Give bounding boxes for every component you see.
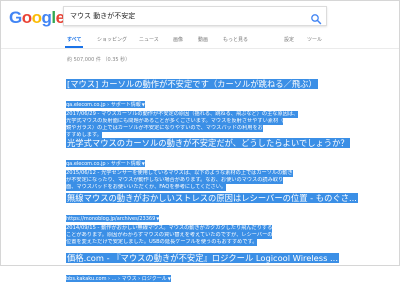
caret-down-icon[interactable]: ▼ (142, 161, 145, 166)
caret-down-icon[interactable]: ▼ (142, 102, 145, 107)
caret-down-icon[interactable]: ▼ (168, 276, 171, 281)
caret-down-icon[interactable]: ▼ (156, 216, 159, 221)
logo-letter: o (21, 8, 32, 27)
result-title-link[interactable]: 無線マウスの動きがおかしいストレスの原因はレシーバーの位置 - ものぐさ... (66, 193, 358, 204)
search-result: [マウス] カーソルの動作が不安定です（カーソルが跳ねる／飛ぶ） qa.elec… (66, 72, 326, 139)
logo-letter: G (9, 8, 22, 27)
tab-shopping[interactable]: ショッピング (97, 36, 127, 43)
result-stats: 約 507,000 件 （0.35 秒） (67, 57, 131, 63)
tab-images[interactable]: 画像 (173, 36, 183, 43)
snippet-line: 2015/06/12 - 光学センサーを使用しているマウスは、以下のような素材の… (66, 170, 293, 177)
result-url[interactable]: https://monoblog.jp/archives/23369▼ (66, 215, 160, 222)
search-result: 無線マウスの動きがおかしいストレスの原因はレシーバーの位置 - ものぐさ... … (66, 186, 358, 246)
result-url-text: bbs.kakaku.com › ... › マウス › ロジクール (66, 276, 167, 282)
result-title: 光学式マウスのカーソルの動きが不安定だが、どうしたらよいでしょうか？ (66, 138, 350, 148)
snippet-line: 光学式マウスの反射面にも問題があることが多くございます。マウスを反射させやすい素… (66, 118, 284, 125)
tab-videos[interactable]: 動画 (198, 36, 208, 43)
result-url[interactable]: qa.elecom.co.jp › サポート情報▼ (66, 160, 145, 167)
tab-all[interactable]: すべて (67, 36, 81, 43)
result-title: [マウス] カーソルの動作が不安定です（カーソルが跳ねる／飛ぶ） (66, 79, 318, 89)
result-url-text: qa.elecom.co.jp › サポート情報 (66, 102, 141, 108)
snippet-line: ことがあります。原因がわからずマウスの買い替えを考えていたのですが、レシーバーの (66, 232, 273, 239)
result-title-link[interactable]: 価格.com - 『マウスの動きが不安定』ロジクール Logicool Wire… (66, 253, 339, 264)
search-result: 光学式マウスのカーソルの動きが不安定だが、どうしたらよいでしょうか？ qa.el… (66, 131, 350, 191)
snippet-line: 2014/09/15 - 動作がおかしい無線マウス。マウスの動きがカクカクしたり… (66, 225, 273, 232)
snippet-line: 位置を変えただけで安定しました。USBの延長ケーブルを使うのもおすすめです。 (66, 239, 258, 246)
tab-more[interactable]: もっと見る (223, 36, 248, 43)
snippet-line: 2017/06/29 - マウスカーソルの動作が不安定の原因（揺れる、跳ねる、飛… (66, 111, 299, 118)
search-icon[interactable] (310, 10, 322, 25)
result-url[interactable]: bbs.kakaku.com › ... › マウス › ロジクール▼ (66, 275, 171, 282)
logo-letter: g (41, 8, 52, 27)
logo-letter: o (31, 8, 42, 27)
result-url[interactable]: qa.elecom.co.jp › サポート情報▼ (66, 101, 145, 108)
search-box (63, 6, 327, 26)
result-title-link[interactable]: 光学式マウスのカーソルの動きが不安定だが、どうしたらよいでしょうか？ (66, 138, 350, 149)
search-tabs: すべて ショッピング ニュース 画像 動画 もっと見る 設定 ツール (1, 34, 399, 49)
active-tab-indicator (65, 46, 83, 48)
result-snippet: 2014/09/15 - 動作がおかしい無線マウス。マウスの動きがカクカクしたり… (66, 225, 326, 246)
tab-news[interactable]: ニュース (139, 36, 159, 43)
result-url-text: https://monoblog.jp/archives/23369 (66, 216, 156, 222)
search-result: 価格.com - 『マウスの動きが不安定』ロジクール Logicool Wire… (66, 246, 339, 284)
google-logo[interactable]: Google (9, 8, 65, 28)
result-url-text: qa.elecom.co.jp › サポート情報 (66, 161, 141, 167)
snippet-line: が不安定になったり、マウスが動作しない場合があります。なお、お使いのマウスの読み… (66, 177, 284, 184)
result-title: 無線マウスの動きがおかしいストレスの原因はレシーバーの位置 - ものぐさ... (66, 193, 358, 203)
result-title-link[interactable]: [マウス] カーソルの動作が不安定です（カーソルが跳ねる／飛ぶ） (66, 79, 318, 90)
tab-settings[interactable]: 設定 (284, 36, 294, 43)
result-title: 価格.com - 『マウスの動きが不安定』ロジクール Logicool Wire… (66, 253, 339, 263)
search-input[interactable] (70, 9, 300, 23)
tab-tools[interactable]: ツール (307, 36, 322, 43)
